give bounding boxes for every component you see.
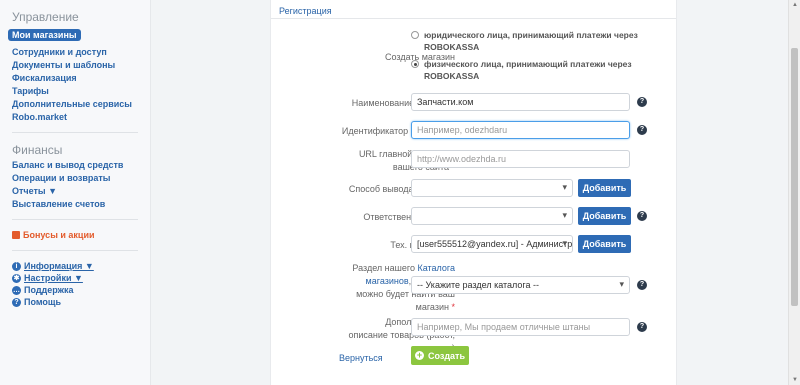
responsible-select[interactable]	[411, 207, 573, 225]
gift-icon	[12, 231, 20, 239]
sidebar-item-invoices[interactable]: Выставление счетов	[12, 199, 138, 209]
support-label: Поддержка	[24, 285, 74, 295]
help-icon[interactable]: ?	[637, 125, 647, 135]
scroll-down-icon[interactable]: ▼	[792, 377, 798, 383]
radio-legal-entity[interactable]: юридического лица, принимающий платежи ч…	[411, 29, 661, 53]
help-icon[interactable]: ?	[637, 97, 647, 107]
catalog-label-start: Раздел нашего	[352, 263, 415, 273]
create-label: Создать	[427, 350, 465, 361]
registration-panel: Регистрация Создать магазин юридического…	[270, 0, 677, 385]
back-link[interactable]: Вернуться	[339, 353, 383, 363]
add-responsible-button[interactable]: Добавить	[578, 207, 631, 225]
site-url-placeholder: http://www.odezhda.ru	[417, 154, 507, 164]
withdraw-method-select[interactable]	[411, 179, 573, 197]
gear-icon: ✱	[12, 273, 21, 283]
scroll-up-icon[interactable]: ▲	[792, 2, 798, 8]
support-select[interactable]: [user555512@yandex.ru] - Администр...	[411, 235, 573, 253]
radio-legal-label: юридического лица, принимающий платежи ч…	[424, 30, 638, 52]
radio-button[interactable]	[411, 31, 419, 39]
sidebar: Управление Мои магазины Сотрудники и дос…	[0, 0, 151, 385]
sidebar-item-robo-market[interactable]: Robo.market	[12, 112, 138, 122]
sidebar-item-info[interactable]: i Информация ▼	[12, 261, 138, 271]
question-icon: ?	[12, 297, 21, 307]
help-icon[interactable]: ?	[637, 211, 647, 221]
sidebar-item-extra-services[interactable]: Дополнительные сервисы	[12, 99, 138, 109]
sidebar-item-balance[interactable]: Баланс и вывод средств	[12, 160, 138, 170]
radio-button-selected[interactable]	[411, 60, 419, 68]
info-icon: i	[12, 261, 21, 271]
scrollbar[interactable]: ▲ ▼	[788, 0, 800, 385]
help-icon[interactable]: ?	[637, 280, 647, 290]
bonuses-label: Бонусы и акции	[23, 230, 95, 240]
scrollbar-thumb[interactable]	[791, 48, 798, 306]
info-label: Информация ▼	[24, 261, 94, 271]
description-input[interactable]: Например, Мы продаем отличные штаны	[411, 318, 630, 336]
plus-icon: +	[414, 350, 424, 360]
help-icon[interactable]: ?	[637, 322, 647, 332]
description-placeholder: Например, Мы продаем отличные штаны	[417, 322, 591, 332]
sidebar-item-bonuses[interactable]: Бонусы и акции	[12, 230, 138, 240]
radio-physical-label: физического лица, принимающий платежи че…	[424, 59, 632, 81]
site-url-input[interactable]: http://www.odezhda.ru	[411, 150, 630, 168]
settings-label: Настройки ▼	[24, 273, 83, 283]
chat-icon: …	[12, 285, 21, 295]
divider	[12, 250, 138, 251]
sidebar-item-tariffs[interactable]: Тарифы	[12, 86, 138, 96]
sidebar-item-my-shops[interactable]: Мои магазины	[8, 29, 81, 41]
sidebar-item-documents[interactable]: Документы и шаблоны	[12, 60, 138, 70]
shop-id-placeholder: Например, odezhdaru	[417, 125, 508, 135]
sidebar-item-fiscalization[interactable]: Фискализация	[12, 73, 138, 83]
catalog-section-select[interactable]: -- Укажите раздел каталога --	[411, 276, 630, 294]
sidebar-item-help[interactable]: ? Помощь	[12, 297, 138, 307]
finance-section-title: Финансы	[12, 143, 63, 157]
radio-physical-person[interactable]: физического лица, принимающий платежи че…	[411, 58, 661, 82]
shop-name-input[interactable]: Запчасти.ком	[411, 93, 630, 111]
sidebar-item-operations[interactable]: Операции и возвраты	[12, 173, 138, 183]
divider	[12, 132, 138, 133]
add-withdraw-button[interactable]: Добавить	[578, 179, 631, 197]
divider	[12, 219, 138, 220]
sidebar-item-support[interactable]: … Поддержка	[12, 285, 138, 295]
sidebar-item-settings[interactable]: ✱ Настройки ▼	[12, 273, 138, 283]
create-button[interactable]: + Создать	[411, 346, 469, 365]
sidebar-item-reports[interactable]: Отчеты ▼	[12, 186, 138, 196]
add-support-button[interactable]: Добавить	[578, 235, 631, 253]
panel-title: Регистрация	[271, 0, 676, 19]
management-section-title: Управление	[12, 10, 79, 24]
sidebar-item-staff[interactable]: Сотрудники и доступ	[12, 47, 138, 57]
shop-id-input[interactable]: Например, odezhdaru	[411, 121, 630, 139]
required-mark: *	[451, 302, 455, 312]
help-label: Помощь	[24, 297, 62, 307]
